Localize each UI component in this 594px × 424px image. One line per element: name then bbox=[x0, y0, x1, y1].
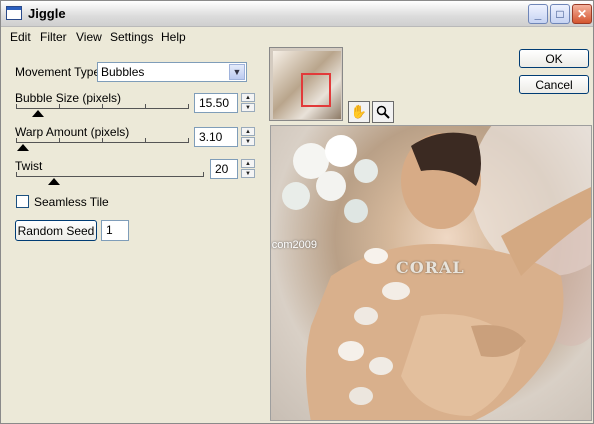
zoom-tool-button[interactable] bbox=[372, 101, 394, 123]
movement-type-value: Bubbles bbox=[101, 65, 145, 79]
slider-tick bbox=[145, 138, 146, 142]
menu-view[interactable]: View bbox=[76, 30, 102, 44]
seamless-tile-checkbox[interactable] bbox=[16, 195, 29, 208]
twist-thumb[interactable] bbox=[47, 178, 60, 185]
spin-down-icon[interactable]: ▼ bbox=[241, 137, 255, 146]
slider-tick bbox=[59, 104, 60, 108]
slider-tick bbox=[16, 172, 17, 176]
twist-spinner[interactable]: ▲ ▼ bbox=[241, 159, 255, 179]
slider-tick bbox=[203, 172, 204, 176]
warp-amount-slider[interactable] bbox=[16, 142, 189, 143]
menu-filter[interactable]: Filter bbox=[40, 30, 67, 44]
preview-image[interactable]: ©Violettegraphic.com2009 CORAL bbox=[270, 125, 592, 421]
window-title: Jiggle bbox=[28, 6, 66, 21]
menu-bar: Edit Filter View Settings Help bbox=[1, 28, 593, 47]
maximize-icon: □ bbox=[556, 7, 564, 21]
warp-amount-spinner[interactable]: ▲ ▼ bbox=[241, 127, 255, 147]
maximize-button[interactable]: □ bbox=[550, 4, 570, 24]
twist-slider[interactable] bbox=[16, 176, 204, 177]
spin-up-icon[interactable]: ▲ bbox=[241, 159, 255, 168]
chevron-down-icon[interactable]: ▼ bbox=[229, 64, 245, 80]
random-seed-button-label: Random Seed bbox=[17, 223, 95, 238]
movement-type-label: Movement Type: bbox=[15, 65, 104, 79]
movement-type-select[interactable]: Bubbles ▼ bbox=[97, 62, 247, 82]
slider-tick bbox=[16, 104, 17, 108]
jiggle-dialog: Jiggle _ □ ✕ Edit Filter View Settings H… bbox=[0, 0, 594, 424]
navigator-viewport-rect[interactable] bbox=[301, 73, 331, 107]
menu-settings[interactable]: Settings bbox=[110, 30, 153, 44]
spin-down-icon[interactable]: ▼ bbox=[241, 169, 255, 178]
bubble-size-value: 15.50 bbox=[199, 96, 230, 110]
window-icon bbox=[6, 6, 22, 20]
slider-tick bbox=[102, 104, 103, 108]
close-icon: ✕ bbox=[576, 7, 588, 21]
navigator-image bbox=[273, 51, 341, 119]
slider-tick bbox=[145, 104, 146, 108]
menu-help[interactable]: Help bbox=[161, 30, 186, 44]
pendant-text: CORAL bbox=[396, 258, 465, 277]
slider-tick bbox=[188, 138, 189, 142]
title-bar[interactable]: Jiggle _ □ ✕ bbox=[1, 1, 593, 27]
twist-input[interactable]: 20 bbox=[210, 159, 238, 179]
spin-down-icon[interactable]: ▼ bbox=[241, 103, 255, 112]
minimize-button[interactable]: _ bbox=[528, 4, 548, 24]
spin-up-icon[interactable]: ▲ bbox=[241, 93, 255, 102]
bubble-size-spinner[interactable]: ▲ ▼ bbox=[241, 93, 255, 113]
close-button[interactable]: ✕ bbox=[572, 4, 592, 24]
slider-tick bbox=[188, 104, 189, 108]
slider-tick bbox=[59, 138, 60, 142]
warp-amount-value: 3.10 bbox=[199, 130, 223, 144]
seamless-tile-label: Seamless Tile bbox=[34, 195, 109, 209]
random-seed-value: 1 bbox=[106, 223, 113, 237]
bubble-size-slider[interactable] bbox=[16, 108, 189, 109]
hand-icon: ✋ bbox=[350, 104, 368, 119]
menu-edit[interactable]: Edit bbox=[10, 30, 31, 44]
warp-amount-label: Warp Amount (pixels) bbox=[15, 125, 130, 139]
watermark-text: ©Violettegraphic.com2009 bbox=[271, 239, 317, 251]
random-seed-input[interactable]: 1 bbox=[101, 220, 129, 241]
warp-amount-input[interactable]: 3.10 bbox=[194, 127, 238, 147]
warp-amount-thumb[interactable] bbox=[17, 144, 29, 151]
spin-up-icon[interactable]: ▲ bbox=[241, 127, 255, 136]
ok-button[interactable]: OK bbox=[519, 49, 589, 68]
pan-tool-button[interactable]: ✋ bbox=[348, 101, 370, 123]
cancel-button[interactable]: Cancel bbox=[519, 75, 589, 94]
magnifier-icon bbox=[376, 105, 390, 119]
cancel-button-label: Cancel bbox=[535, 77, 573, 92]
slider-tick bbox=[102, 138, 103, 142]
bubble-size-thumb[interactable] bbox=[32, 110, 45, 117]
twist-label: Twist bbox=[15, 159, 43, 173]
bubble-size-label: Bubble Size (pixels) bbox=[15, 91, 122, 105]
slider-tick bbox=[16, 138, 17, 142]
twist-value: 20 bbox=[215, 162, 229, 176]
random-seed-button[interactable]: Random Seed bbox=[15, 220, 97, 241]
ok-button-label: OK bbox=[545, 51, 563, 66]
minimize-icon: _ bbox=[534, 7, 542, 21]
navigator-thumbnail[interactable] bbox=[269, 47, 343, 121]
bubble-size-input[interactable]: 15.50 bbox=[194, 93, 238, 113]
